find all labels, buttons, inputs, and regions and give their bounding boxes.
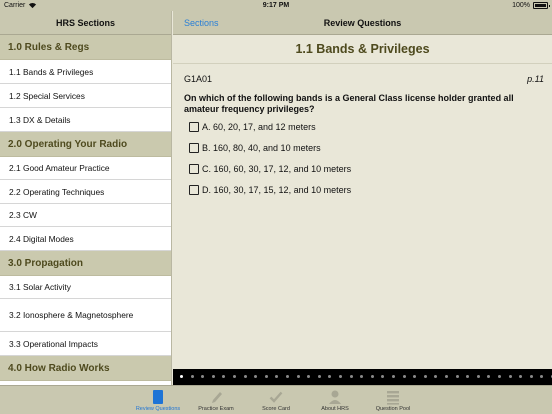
- page-dot: [392, 375, 395, 378]
- page-dot: [317, 375, 321, 378]
- answer-option-b[interactable]: B. 160, 80, 40, and 10 meters: [189, 143, 321, 153]
- page-dot: [455, 375, 459, 378]
- answer-label: B. 160, 80, 40, and 10 meters: [202, 143, 321, 153]
- section-header-4: 4.0 How Radio Works: [0, 356, 171, 381]
- sidebar-item-good-amateur-practice[interactable]: 2.1 Good Amateur Practice: [0, 157, 171, 180]
- review-questions-pane: Sections Review Questions 1.1 Bands & Pr…: [173, 11, 552, 385]
- section-header-3: 3.0 Propagation: [0, 251, 171, 276]
- answer-label: C. 160, 60, 30, 17, 12, and 10 meters: [202, 164, 352, 174]
- sidebar-item-dx-details[interactable]: 1.3 DX & Details: [0, 108, 171, 132]
- battery-icon: [533, 2, 550, 9]
- checkmark-icon: [269, 391, 283, 403]
- tab-score-card[interactable]: Score Card: [246, 386, 306, 414]
- pencil-icon: [212, 392, 222, 403]
- checkbox-icon[interactable]: [189, 122, 199, 132]
- sidebar-item-cw[interactable]: 2.3 CW: [0, 204, 171, 227]
- page-dot: [339, 375, 342, 378]
- page-dot: [402, 375, 406, 378]
- sidebar-item-ionosphere-magnetosphere[interactable]: 3.2 Ionosphere & Magnetosphere: [0, 299, 171, 332]
- page-dot: [254, 375, 258, 378]
- page-indicator[interactable]: [173, 369, 552, 385]
- page-dot: [529, 375, 533, 378]
- title-divider: [173, 63, 552, 64]
- page-dot: [370, 375, 374, 378]
- page-dot: [508, 375, 512, 378]
- battery-percent: 100%: [512, 2, 530, 9]
- page-dot: [349, 375, 353, 378]
- tab-label: Practice Exam: [198, 406, 234, 412]
- nav-title: Review Questions: [323, 18, 402, 28]
- page-dot: [476, 375, 480, 378]
- tab-label: Review Questions: [135, 406, 181, 412]
- page-dot: [381, 375, 385, 378]
- page-dot: [328, 375, 332, 378]
- sidebar-item-solar-activity[interactable]: 3.1 Solar Activity: [0, 276, 171, 299]
- tab-question-pool[interactable]: Question Pool: [363, 386, 423, 414]
- answer-option-d[interactable]: D. 160, 30, 17, 15, 12, and 10 meters: [189, 185, 351, 195]
- question-text: On which of the following bands is a Gen…: [184, 93, 514, 114]
- sidebar-item-operational-impacts[interactable]: 3.3 Operational Impacts: [0, 332, 171, 356]
- page-dot: [519, 375, 523, 378]
- list-icon: [387, 391, 399, 405]
- page-dot: [264, 375, 268, 378]
- page-dot: [413, 375, 417, 378]
- page-dot: [540, 375, 544, 378]
- sections-sidebar: HRS Sections 1.0 Rules & Regs 1.1 Bands …: [0, 11, 172, 385]
- tab-review-questions[interactable]: Review Questions: [128, 386, 188, 414]
- sidebar-item-operating-techniques[interactable]: 2.2 Operating Techniques: [0, 180, 171, 204]
- answer-label: A. 60, 20, 17, and 12 meters: [202, 122, 316, 132]
- page-dot: [434, 375, 438, 378]
- section-header-2: 2.0 Operating Your Radio: [0, 132, 171, 157]
- page-dot: [445, 375, 448, 378]
- sidebar-title: HRS Sections: [0, 11, 171, 35]
- sidebar-item-special-services[interactable]: 1.2 Special Services: [0, 84, 171, 108]
- tab-practice-exam[interactable]: Practice Exam: [186, 386, 246, 414]
- tab-about-hrs[interactable]: About HRS: [305, 386, 365, 414]
- page-dot: [296, 375, 300, 378]
- section-header-1: 1.0 Rules & Regs: [0, 35, 171, 60]
- tab-label: Score Card: [262, 406, 290, 412]
- page-dot: [201, 375, 205, 378]
- page-dot: [190, 375, 194, 378]
- tab-label: About HRS: [321, 406, 349, 412]
- page-dot: [180, 375, 183, 378]
- page-dot: [360, 375, 364, 378]
- checkbox-icon[interactable]: [189, 143, 199, 153]
- checkbox-icon[interactable]: [189, 185, 199, 195]
- tab-bar: Review Questions Practice Exam Score Car…: [0, 385, 552, 414]
- page-dot: [275, 375, 279, 378]
- page-dot: [423, 375, 427, 378]
- page-reference: p.11: [527, 74, 544, 84]
- page-dot: [222, 375, 226, 378]
- person-icon: [329, 390, 341, 404]
- main-nav-bar: Sections Review Questions: [173, 11, 552, 35]
- page-dot: [233, 375, 236, 378]
- page-dot: [243, 375, 247, 378]
- answer-label: D. 160, 30, 17, 15, 12, and 10 meters: [202, 185, 352, 195]
- sidebar-item-digital-modes[interactable]: 2.4 Digital Modes: [0, 227, 171, 251]
- answer-option-c[interactable]: C. 160, 60, 30, 17, 12, and 10 meters: [189, 164, 351, 174]
- question-id: G1A01: [184, 74, 213, 84]
- page-dot: [286, 375, 289, 378]
- answer-option-a[interactable]: A. 60, 20, 17, and 12 meters: [189, 122, 316, 132]
- page-dot: [487, 375, 491, 378]
- sidebar-item-bands-privileges[interactable]: 1.1 Bands & Privileges: [0, 60, 171, 84]
- question-section-title: 1.1 Bands & Privileges: [295, 42, 430, 56]
- book-icon: [153, 390, 163, 404]
- page-dot: [307, 375, 311, 378]
- page-dot: [498, 375, 501, 378]
- status-time: 9:17 PM: [262, 2, 290, 9]
- tab-label: Question Pool: [375, 406, 411, 412]
- page-dot: [466, 375, 470, 378]
- page-dot: [211, 375, 215, 378]
- status-bar: Carrier 9:17 PM 100%: [0, 0, 552, 11]
- checkbox-icon[interactable]: [189, 164, 199, 174]
